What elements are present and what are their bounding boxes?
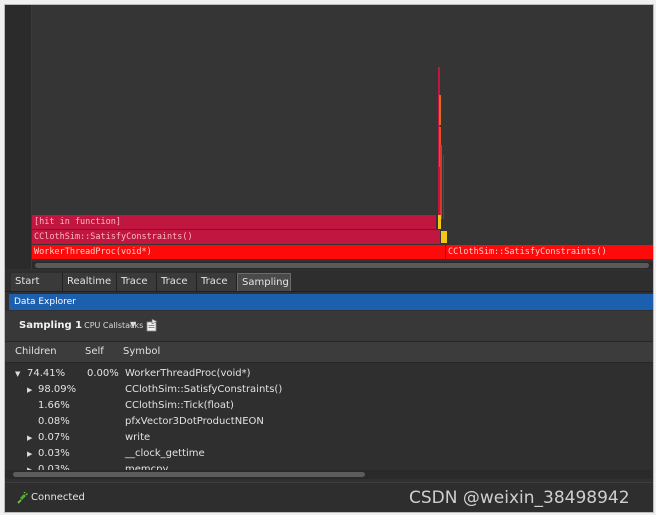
cell-symbol: CClothSim::SatisfyConstraints()	[125, 384, 283, 395]
collapse-triangle-icon[interactable]: ▼	[15, 366, 20, 382]
callstack-table: Children Self Symbol ▼ 74.41% 0.00% Work…	[5, 342, 653, 470]
tab-trace-3[interactable]: Trace 3	[197, 273, 237, 305]
flame-spike[interactable]	[438, 215, 441, 229]
cell-symbol: __clock_gettime	[125, 448, 205, 459]
expand-triangle-icon[interactable]: ▶	[27, 446, 32, 462]
cell-symbol: write	[125, 432, 151, 443]
export-icon[interactable]	[146, 319, 158, 332]
chevron-down-icon[interactable]: ▼	[130, 320, 136, 329]
cell-symbol: memcpy	[125, 464, 169, 470]
flame-graph-canvas[interactable]: [hit in function] CClothSim::SatisfyCons…	[32, 5, 653, 261]
table-row[interactable]: ▼ 74.41% 0.00% WorkerThreadProc(void*)	[5, 366, 653, 382]
document-tab-bar: Start Page Realtime 1 Trace 1 Trace 2 Tr…	[5, 271, 653, 306]
tab-trace-2[interactable]: Trace 2	[157, 273, 197, 305]
column-header-symbol[interactable]: Symbol	[123, 346, 160, 357]
explorer-toolbar: Sampling 1 CPU Callstacks ▼	[5, 311, 653, 342]
expand-triangle-icon[interactable]: ▶	[27, 382, 32, 398]
cell-symbol: CClothSim::Tick(float)	[125, 400, 234, 411]
column-header-children[interactable]: Children	[15, 346, 57, 357]
cell-children: 0.03%	[38, 464, 70, 470]
table-row[interactable]: 1.66% CClothSim::Tick(float)	[5, 398, 653, 414]
table-header: Children Self Symbol	[5, 342, 653, 363]
scrollbar-thumb[interactable]	[35, 263, 649, 268]
flame-bar-satisfy-constraints[interactable]: CClothSim::SatisfyConstraints()	[32, 230, 440, 244]
cell-children: 0.08%	[38, 416, 70, 427]
cell-children: 0.03%	[38, 448, 70, 459]
cell-symbol: pfxVector3DotProductNEON	[125, 416, 264, 427]
cell-children: 1.66%	[38, 400, 70, 411]
view-selector[interactable]: Sampling 1 CPU Callstacks	[19, 320, 143, 331]
cell-children: 74.41%	[27, 368, 66, 379]
plug-connected-icon	[17, 492, 28, 504]
column-header-self[interactable]: Self	[85, 346, 104, 357]
flame-horizontal-scrollbar[interactable]	[32, 262, 653, 269]
expand-triangle-icon[interactable]: ▶	[27, 430, 32, 446]
view-name: Sampling 1	[19, 320, 83, 331]
flame-bar-worker-thread-proc[interactable]: WorkerThreadProc(void*)	[32, 245, 445, 259]
scrollbar-thumb[interactable]	[13, 472, 365, 477]
cell-self: 0.00%	[87, 368, 119, 379]
flame-spike[interactable]	[443, 155, 444, 219]
flame-spike[interactable]	[441, 231, 447, 243]
flame-bar-satisfy-constraints-right[interactable]: CClothSim::SatisfyConstraints()	[446, 245, 653, 259]
data-explorer-header: Data Explorer	[9, 294, 653, 310]
connection-status: Connected	[31, 492, 85, 503]
tab-sampling-1[interactable]: Sampling 1	[237, 273, 291, 306]
flame-graph-gutter	[5, 5, 32, 269]
tab-trace-1[interactable]: Trace 1	[117, 273, 157, 305]
table-row[interactable]: ▶ 0.03% __clock_gettime	[5, 446, 653, 462]
table-horizontal-scrollbar[interactable]	[5, 470, 653, 479]
flame-graph: [hit in function] CClothSim::SatisfyCons…	[5, 5, 653, 269]
tab-realtime-1[interactable]: Realtime 1	[63, 273, 117, 305]
table-row[interactable]: ▶ 0.07% write	[5, 430, 653, 446]
cell-symbol: WorkerThreadProc(void*)	[125, 368, 251, 379]
flame-bar-hit-in-function[interactable]: [hit in function]	[32, 215, 436, 229]
table-row[interactable]: ▶ 98.09% CClothSim::SatisfyConstraints()	[5, 382, 653, 398]
expand-triangle-icon[interactable]: ▶	[27, 462, 32, 470]
profiler-window: [hit in function] CClothSim::SatisfyCons…	[4, 4, 654, 513]
table-row[interactable]: 0.08% pfxVector3DotProductNEON	[5, 414, 653, 430]
watermark: CSDN @weixin_38498942	[409, 488, 630, 508]
cell-children: 0.07%	[38, 432, 70, 443]
status-bar: Connected CSDN @weixin_38498942	[5, 482, 653, 512]
flame-spike[interactable]	[440, 145, 442, 219]
cell-children: 98.09%	[38, 384, 77, 395]
tab-start-page[interactable]: Start Page	[11, 273, 63, 305]
table-row[interactable]: ▶ 0.03% memcpy	[5, 462, 653, 470]
flame-spike[interactable]	[439, 95, 441, 125]
